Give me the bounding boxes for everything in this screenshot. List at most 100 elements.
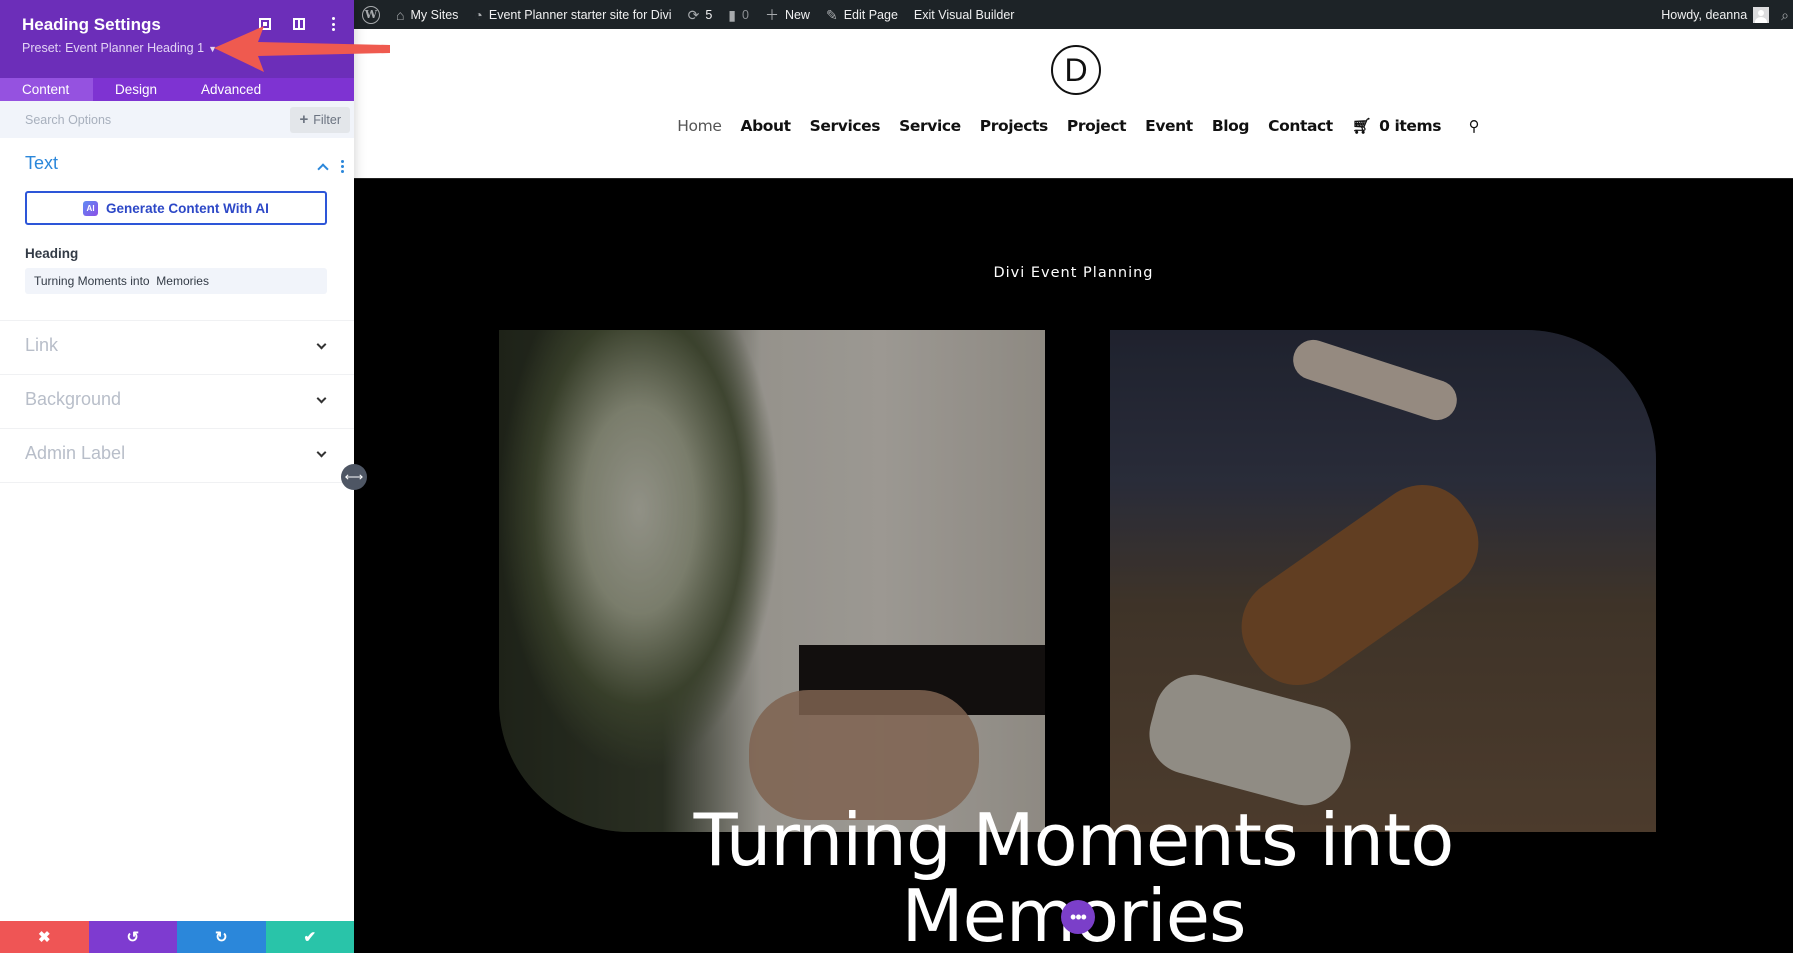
- panel-more-button[interactable]: [326, 16, 340, 32]
- panel-title: Heading Settings: [22, 15, 161, 34]
- ai-button-label: Generate Content With AI: [106, 200, 269, 216]
- cart-icon: 🛒︎: [1351, 117, 1372, 135]
- plus-icon: +: [299, 111, 309, 128]
- exit-visual-builder-link[interactable]: Exit Visual Builder: [906, 0, 1023, 29]
- kebab-menu-icon: [331, 17, 335, 31]
- updates-icon: ⟳: [687, 6, 700, 23]
- panel-resize-handle[interactable]: ⟷: [341, 464, 367, 490]
- sidebar-layout-icon: [293, 18, 305, 30]
- wp-logo-menu[interactable]: W: [354, 0, 388, 29]
- preset-selector[interactable]: Preset: Event Planner Heading 1 ▼: [22, 41, 217, 55]
- wordpress-icon: W: [362, 5, 380, 24]
- filter-label: Filter: [313, 112, 341, 127]
- edit-page-link[interactable]: ✎ Edit Page: [818, 0, 906, 29]
- nav-service[interactable]: Service: [890, 117, 971, 135]
- link-section-title: Link: [25, 335, 59, 355]
- heading-field-label: Heading: [25, 246, 79, 261]
- comment-icon: ▮: [728, 6, 736, 23]
- nav-blog[interactable]: Blog: [1202, 117, 1258, 135]
- section-kebab-icon[interactable]: [341, 160, 344, 173]
- site-search-icon[interactable]: ⚲: [1451, 117, 1480, 135]
- redo-icon: ↻: [214, 929, 228, 946]
- chevron-up-icon[interactable]: [317, 162, 329, 175]
- site-header: D Home About Services Service Projects P…: [354, 29, 1793, 179]
- admin-label-section[interactable]: Admin Label: [0, 429, 354, 483]
- site-name-menu[interactable]: ◔ Event Planner starter site for Divi: [466, 0, 679, 29]
- my-sites-icon: ⌂: [396, 6, 405, 23]
- chevron-down-icon: [316, 339, 327, 350]
- preset-label: Preset: Event Planner Heading 1: [22, 41, 205, 55]
- chevron-down-icon: [316, 393, 327, 404]
- chevron-down-icon: [316, 447, 327, 458]
- account-menu[interactable]: Howdy, deanna: [1653, 0, 1777, 29]
- new-content-menu[interactable]: ＋ New: [757, 0, 818, 29]
- nav-projects[interactable]: Projects: [970, 117, 1057, 135]
- plus-icon: ＋: [764, 6, 779, 23]
- ai-icon: AI: [83, 200, 99, 216]
- text-section: Text AI Generate Content With AI Heading: [0, 138, 354, 321]
- snap-sidebar-button[interactable]: [292, 16, 306, 32]
- search-options-input[interactable]: [25, 112, 225, 127]
- hero-eyebrow: Divi Event Planning: [993, 265, 1154, 281]
- tab-advanced[interactable]: Advanced: [179, 78, 283, 101]
- admin-search-button[interactable]: ⌕: [1777, 0, 1793, 29]
- tab-content[interactable]: Content: [0, 78, 93, 101]
- close-icon: ✖: [37, 929, 51, 946]
- background-section-title: Background: [25, 389, 122, 409]
- my-sites-menu[interactable]: ⌂ My Sites: [388, 0, 466, 29]
- nav-home[interactable]: Home: [668, 117, 731, 135]
- panel-tabs: Content Design Advanced: [0, 78, 354, 101]
- main-nav: Home About Services Service Projects Pro…: [354, 117, 1793, 135]
- text-section-actions: [317, 160, 344, 175]
- new-label: New: [784, 7, 810, 22]
- save-button[interactable]: ✔: [265, 921, 354, 953]
- heading-settings-panel: Heading Settings Preset: Event Planner H…: [0, 0, 354, 953]
- wp-admin-bar: W ⌂ My Sites ◔ Event Planner starter sit…: [354, 0, 1793, 29]
- module-options-button[interactable]: •••: [1061, 900, 1095, 934]
- image-overlay: [499, 330, 1045, 832]
- comments-menu[interactable]: ▮ 0: [720, 0, 757, 29]
- horizontal-resize-icon: ⟷: [344, 469, 364, 484]
- background-section[interactable]: Background: [0, 375, 354, 429]
- my-sites-label: My Sites: [410, 7, 459, 22]
- site-name-label: Event Planner starter site for Divi: [488, 7, 672, 22]
- tab-design[interactable]: Design: [93, 78, 179, 101]
- panel-header[interactable]: Heading Settings Preset: Event Planner H…: [0, 0, 354, 78]
- hero-section: Divi Event Planning Turning Moments into…: [354, 179, 1793, 953]
- checkmark-icon: ✔: [303, 929, 317, 946]
- redo-button[interactable]: ↻: [177, 921, 266, 953]
- hero-heading-line-1: Turning Moments into: [693, 798, 1455, 882]
- nav-services[interactable]: Services: [800, 117, 889, 135]
- search-icon: ⌕: [1781, 6, 1789, 23]
- discard-button[interactable]: ✖: [0, 921, 89, 953]
- logo-letter: D: [1064, 51, 1088, 88]
- nav-contact[interactable]: Contact: [1259, 117, 1343, 135]
- nav-project[interactable]: Project: [1057, 117, 1135, 135]
- expand-modal-button[interactable]: [258, 16, 272, 32]
- text-section-toggle[interactable]: Text: [25, 153, 58, 174]
- exit-visual-builder-label: Exit Visual Builder: [913, 7, 1015, 22]
- updates-menu[interactable]: ⟳ 5: [680, 0, 721, 29]
- undo-icon: ↺: [126, 929, 140, 946]
- dashboard-icon: ◔: [474, 6, 483, 23]
- bride-bouquet-image: [499, 330, 1045, 832]
- fullscreen-icon: [259, 18, 271, 30]
- nav-event[interactable]: Event: [1136, 117, 1203, 135]
- nav-about[interactable]: About: [731, 117, 800, 135]
- cart-link[interactable]: 🛒︎ 0 items: [1342, 117, 1450, 135]
- site-logo[interactable]: D: [1051, 45, 1101, 95]
- panel-action-bar: ✖ ↺ ↻ ✔: [0, 921, 354, 953]
- link-section[interactable]: Link: [0, 321, 354, 375]
- filter-button[interactable]: + Filter: [290, 106, 350, 133]
- generate-content-ai-button[interactable]: AI Generate Content With AI: [25, 191, 327, 225]
- admin-label-section-title: Admin Label: [25, 443, 126, 463]
- avatar: [1753, 6, 1770, 23]
- updates-count: 5: [705, 7, 713, 22]
- undo-button[interactable]: ↺: [88, 921, 177, 953]
- options-search-bar: + Filter: [0, 101, 354, 138]
- caret-down-icon: ▼: [208, 44, 217, 54]
- heading-input[interactable]: [25, 268, 327, 294]
- pencil-icon: ✎: [825, 6, 838, 23]
- comments-count: 0: [742, 7, 749, 22]
- howdy-label: Howdy, deanna: [1661, 7, 1748, 22]
